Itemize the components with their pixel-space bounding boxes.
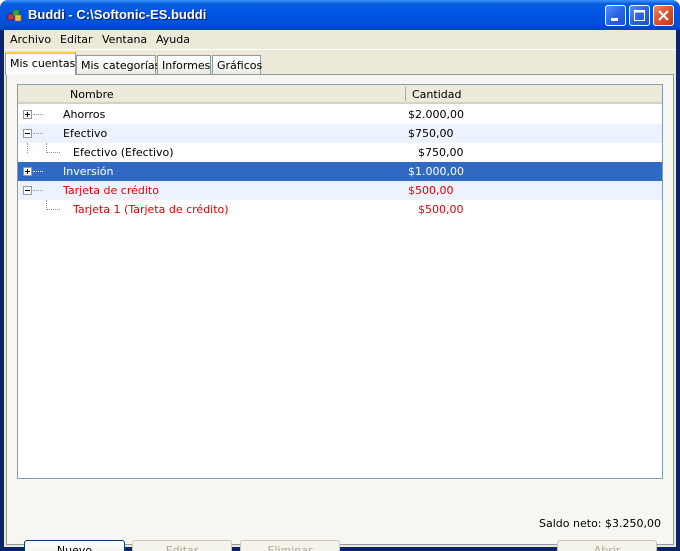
abrir-button[interactable]: Abrir <box>557 540 657 551</box>
tab-strip: Mis cuentas Mis categorías Informes Gráf… <box>4 51 676 75</box>
tree-line <box>33 190 43 191</box>
accounts-table[interactable]: Nombre Cantidad Ahorros $2.000,00 Efecti… <box>17 84 663 479</box>
table-row-selected[interactable]: Inversión $1.000,00 <box>18 162 662 181</box>
account-name: Ahorros <box>63 108 106 121</box>
tab-graficos[interactable]: Gráficos <box>212 55 262 75</box>
tree-line <box>46 209 60 210</box>
tree-line <box>33 114 43 115</box>
account-amount: $500,00 <box>418 203 464 216</box>
account-name: Efectivo (Efectivo) <box>73 146 174 159</box>
eliminar-button[interactable]: Eliminar <box>240 540 340 551</box>
table-row[interactable]: Ahorros $2.000,00 <box>18 105 662 124</box>
account-amount: $2.000,00 <box>408 108 464 121</box>
tab-mis-categorias[interactable]: Mis categorías <box>76 55 160 75</box>
nuevo-button[interactable]: Nuevo <box>24 540 125 551</box>
column-divider[interactable] <box>405 87 406 101</box>
account-amount: $1.000,00 <box>408 165 464 178</box>
table-row[interactable]: Tarjeta 1 (Tarjeta de crédito) $500,00 <box>18 200 662 219</box>
client-area: Archivo Editar Ventana Ayuda Mis cuentas… <box>4 30 676 551</box>
account-amount: $500,00 <box>408 184 454 197</box>
minimize-icon <box>611 18 618 21</box>
tab-mis-cuentas[interactable]: Mis cuentas <box>5 52 76 75</box>
net-balance: Saldo neto: $3.250,00 <box>539 517 661 530</box>
account-amount: $750,00 <box>408 127 454 140</box>
tree-line <box>27 143 28 153</box>
account-name: Inversión <box>63 165 114 178</box>
tab-informes[interactable]: Informes <box>157 55 211 75</box>
window-title: Buddi - C:\Softonic-ES.buddi <box>28 7 207 22</box>
menu-bar: Archivo Editar Ventana Ayuda <box>4 30 676 50</box>
menu-editar[interactable]: Editar <box>60 33 93 46</box>
close-button[interactable] <box>653 5 674 26</box>
menu-ventana[interactable]: Ventana <box>102 33 147 46</box>
menu-ayuda[interactable]: Ayuda <box>156 33 190 46</box>
account-name: Tarjeta de crédito <box>63 184 159 197</box>
account-name: Efectivo <box>63 127 108 140</box>
expand-plus-icon[interactable] <box>23 110 32 119</box>
table-row[interactable]: Tarjeta de crédito $500,00 <box>18 181 662 200</box>
tree-line <box>33 171 43 172</box>
editar-button[interactable]: Editar <box>132 540 232 551</box>
table-row[interactable]: Efectivo (Efectivo) $750,00 <box>18 143 662 162</box>
application-window: Buddi - C:\Softonic-ES.buddi Archivo Edi… <box>0 0 680 551</box>
minimize-button[interactable] <box>605 5 626 26</box>
collapse-minus-icon[interactable] <box>23 186 32 195</box>
tree-line <box>33 133 43 134</box>
tab-panel: Nombre Cantidad Ahorros $2.000,00 Efecti… <box>6 74 674 551</box>
table-row[interactable]: Efectivo $750,00 <box>18 124 662 143</box>
collapse-minus-icon[interactable] <box>23 129 32 138</box>
maximize-icon <box>634 10 645 21</box>
tree-line <box>46 152 60 153</box>
column-header-cantidad[interactable]: Cantidad <box>412 88 461 101</box>
buddi-app-icon <box>7 9 22 22</box>
maximize-button[interactable] <box>629 5 650 26</box>
column-header-nombre[interactable]: Nombre <box>70 88 114 101</box>
table-header: Nombre Cantidad <box>18 85 662 104</box>
menu-archivo[interactable]: Archivo <box>10 33 51 46</box>
account-name: Tarjeta 1 (Tarjeta de crédito) <box>73 203 229 216</box>
close-icon <box>658 10 669 21</box>
account-amount: $750,00 <box>418 146 464 159</box>
expand-plus-icon[interactable] <box>23 167 32 176</box>
title-bar[interactable]: Buddi - C:\Softonic-ES.buddi <box>0 0 680 30</box>
